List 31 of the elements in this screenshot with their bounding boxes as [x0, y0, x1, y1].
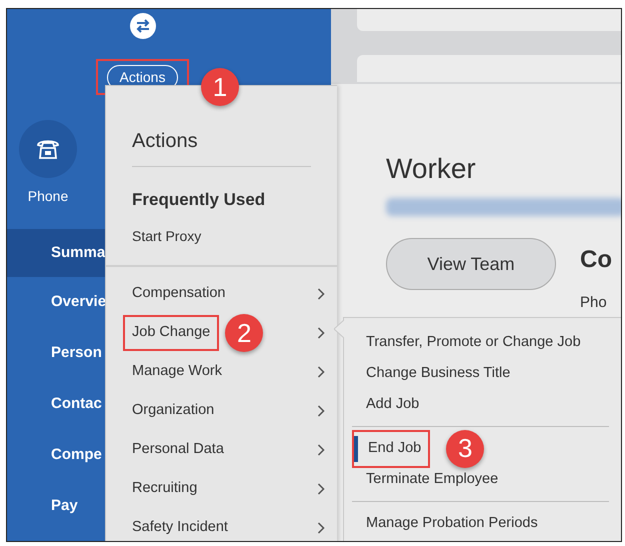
menu-item[interactable]: Compensation: [132, 283, 226, 305]
menu-item[interactable]: Start Proxy: [132, 226, 311, 246]
phone-icon: [36, 138, 60, 160]
menu-item[interactable]: Recruiting: [132, 478, 198, 500]
chevron-right-icon: [317, 522, 325, 534]
chevron-right-icon: [317, 483, 325, 495]
view-team-button[interactable]: View Team: [386, 238, 556, 290]
step-badge: 1: [201, 68, 239, 106]
menu-item[interactable]: Manage Work: [132, 361, 222, 383]
section-heading: Frequently Used: [132, 189, 266, 211]
menu-item[interactable]: Organization: [132, 400, 214, 422]
menu-title: Actions: [132, 126, 311, 167]
menu-item[interactable]: Manage Probation Periods: [352, 510, 538, 536]
phone-label: Phone: [28, 187, 68, 206]
chevron-right-icon: [317, 405, 325, 417]
menu-item[interactable]: Add Job: [352, 392, 420, 418]
worker-title: Worker: [386, 152, 477, 186]
chevron-right-icon: [317, 327, 325, 339]
menu-item[interactable]: Transfer, Promote or Change Job: [352, 330, 581, 356]
section-heading: Co: [580, 245, 612, 275]
chevron-right-icon: [317, 366, 325, 378]
menu-item[interactable]: Safety Incident: [132, 517, 228, 539]
step-badge: 3: [446, 430, 484, 468]
field-label: Pho: [580, 293, 608, 313]
chevron-right-icon: [317, 288, 325, 300]
step-badge: 2: [225, 314, 264, 352]
chevron-right-icon: [317, 444, 325, 456]
menu-item[interactable]: Personal Data: [132, 439, 224, 461]
menu-item[interactable]: Terminate Employee: [352, 466, 498, 492]
menu-item[interactable]: Change Business Title: [352, 360, 510, 386]
swap-icon[interactable]: [130, 13, 156, 39]
